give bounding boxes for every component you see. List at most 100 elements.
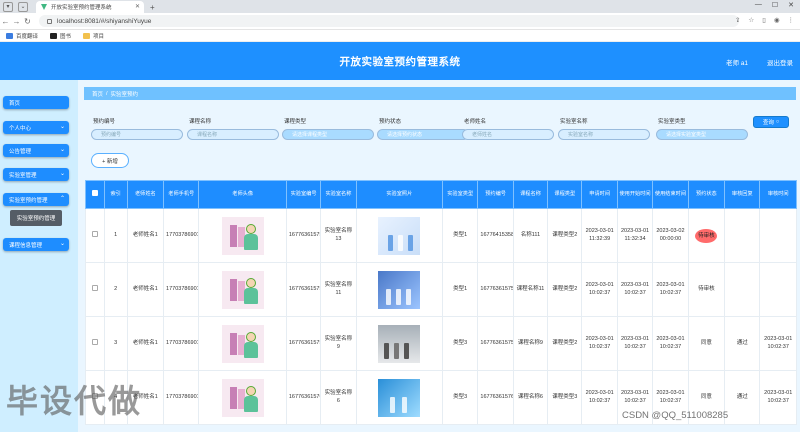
check-time-cell: 2023-03-01 10:02:37 xyxy=(759,370,797,425)
row-checkbox[interactable] xyxy=(91,230,98,237)
sidebar-icon[interactable]: ▯ xyxy=(762,16,766,24)
sidebar-item-course[interactable]: 课程信息管理 ⌄ xyxy=(3,238,69,251)
site-info-icon[interactable] xyxy=(47,18,52,24)
course-name-cell: 课程名称6 xyxy=(512,370,549,425)
minimize-icon[interactable]: — xyxy=(755,1,762,9)
column-header[interactable]: 老师手机号 xyxy=(163,180,200,209)
column-header[interactable]: 课程名称 xyxy=(512,180,549,209)
column-header[interactable]: 实验室类型 xyxy=(441,180,479,209)
column-header[interactable]: 使用结束时间 xyxy=(652,180,689,209)
table-row[interactable]: 1 老师姓名1 17703786901 1677636157560 实验室名称1… xyxy=(85,208,797,263)
search-button[interactable]: 查询 ○ xyxy=(753,116,789,128)
reply-cell: 通过 xyxy=(724,370,761,425)
lab-photo[interactable] xyxy=(378,216,421,255)
column-header[interactable]: 申请时间 xyxy=(581,180,618,209)
maximize-icon[interactable]: ☐ xyxy=(772,1,778,9)
browser-tab-strip: ▾ ⌄ 开放实验室预约管理系统 ✕ + — ☐ ✕ xyxy=(0,0,800,13)
sidebar-item-label: 公告管理 xyxy=(9,148,32,155)
sidebar-item-notice[interactable]: 公告管理 ⌄ xyxy=(3,144,69,157)
column-header[interactable]: 实验室照片 xyxy=(355,180,444,209)
table-header-row: 索引 老师姓名 老师手机号 老师头像 实验室编号 实验室名称 实验室照片 实验室… xyxy=(85,180,797,209)
table-row[interactable]: 2 老师姓名1 17703786901 1677636157593 实验室名称1… xyxy=(85,262,797,317)
close-tab-icon[interactable]: ✕ xyxy=(135,3,140,10)
lab-name-input[interactable]: 实验室名称 xyxy=(558,129,650,140)
yuyue-no-input[interactable]: 预约编号 xyxy=(91,129,183,140)
column-header[interactable]: 审核时间 xyxy=(759,180,797,209)
back-icon[interactable]: ← xyxy=(0,17,11,26)
status-select[interactable]: 请选择预约状态 xyxy=(377,129,469,140)
course-name-input[interactable]: 课程名称 xyxy=(187,129,279,140)
status-cell: 待审核 xyxy=(687,262,726,317)
teacher-avatar[interactable] xyxy=(221,270,264,309)
bookmark-item[interactable]: 项目 xyxy=(83,32,104,40)
sidebar-item-home[interactable]: 首页 xyxy=(3,96,69,109)
add-button[interactable]: + 新增 xyxy=(91,153,129,168)
tab-search-icon[interactable]: ⌄ xyxy=(18,2,28,12)
row-checkbox[interactable] xyxy=(91,284,98,291)
column-header[interactable]: 实验室名称 xyxy=(320,180,357,209)
browser-tab[interactable]: 开放实验室预约管理系统 ✕ xyxy=(36,1,144,13)
forward-icon[interactable]: → xyxy=(11,17,22,26)
bookmark-star-icon[interactable]: ☆ xyxy=(748,16,754,24)
bookmarks-bar: 百度翻译 图书 项目 xyxy=(0,30,800,42)
teacher-name-input[interactable]: 老师姓名 xyxy=(462,129,554,140)
profile-icon[interactable]: ◉ xyxy=(774,16,780,24)
row-select-cell xyxy=(85,208,105,263)
teacher-avatar[interactable] xyxy=(221,378,264,417)
sidebar-submenu-reservation[interactable]: 实验室预约管理 xyxy=(10,210,62,226)
window-menu-icon[interactable]: ▾ xyxy=(3,2,13,12)
sidebar-item-reservation[interactable]: 实验室预约管理 ⌃ xyxy=(3,193,69,206)
lab-photo[interactable] xyxy=(378,378,421,417)
lab-name-cell: 实验室名称9 xyxy=(320,316,357,371)
phone-cell: 17703786901 xyxy=(163,208,200,263)
column-header[interactable]: 课程类型 xyxy=(547,180,583,209)
close-window-icon[interactable]: ✕ xyxy=(788,1,794,9)
end-time-cell: 2023-03-02 00:00:00 xyxy=(652,208,689,263)
column-header[interactable]: 老师姓名 xyxy=(126,180,165,209)
check-time-cell xyxy=(759,262,797,317)
course-type-select[interactable]: 请选择课程类型 xyxy=(282,129,374,140)
yuyue-no-cell: 1677641535808 xyxy=(477,208,514,263)
column-header[interactable]: 老师头像 xyxy=(198,180,287,209)
lab-no-cell: 1677636157560 xyxy=(285,208,322,263)
phone-cell: 17703786901 xyxy=(163,316,200,371)
url-field[interactable]: localhost:8081/#/shiyanshiYuyue xyxy=(39,15,739,27)
teacher-avatar[interactable] xyxy=(221,216,264,255)
lab-no-cell: 1677636157598 xyxy=(285,316,322,371)
select-all-checkbox[interactable] xyxy=(91,190,98,196)
reply-cell: 通过 xyxy=(724,316,761,371)
yuyue-no-cell: 1677636157579 xyxy=(477,316,514,371)
breadcrumb-home[interactable]: 首页 xyxy=(92,90,103,98)
bookmark-item[interactable]: 图书 xyxy=(50,32,71,40)
lab-photo-cell xyxy=(355,370,444,425)
chevron-up-icon: ⌃ xyxy=(59,196,65,202)
bookmark-item[interactable]: 百度翻译 xyxy=(6,32,38,40)
column-header[interactable]: 索引 xyxy=(103,180,128,209)
yuyue-no-cell: 1677636157588 xyxy=(477,262,514,317)
sidebar-item-profile[interactable]: 个人中心 ⌄ xyxy=(3,121,69,134)
share-icon[interactable]: ⇪ xyxy=(735,16,740,24)
teacher-avatar[interactable] xyxy=(221,324,264,363)
status-badge[interactable]: 待审核 xyxy=(695,228,718,243)
breadcrumb: 首页 / 实验室预约 xyxy=(84,87,796,100)
lab-no-cell: 1677636157606 xyxy=(285,370,322,425)
reload-icon[interactable]: ↻ xyxy=(22,17,33,26)
new-tab-button[interactable]: + xyxy=(150,3,155,12)
app-header: 开放实验室预约管理系统 老师 a1 退出登录 xyxy=(0,42,800,80)
lab-photo[interactable] xyxy=(378,270,421,309)
column-header[interactable]: 预约编号 xyxy=(477,180,514,209)
table-row[interactable]: 3 老师姓名1 17703786901 1677636157598 实验室名称9… xyxy=(85,316,797,371)
lab-photo[interactable] xyxy=(378,324,421,363)
column-header[interactable]: 审核回复 xyxy=(724,180,761,209)
more-menu-icon[interactable]: ⋮ xyxy=(788,16,795,24)
folder-icon xyxy=(83,32,91,39)
course-type-cell: 课程类型2 xyxy=(547,208,583,263)
sidebar-item-lab[interactable]: 实验室管理 ⌄ xyxy=(3,168,69,181)
select-all-header xyxy=(85,180,105,209)
column-header[interactable]: 实验室编号 xyxy=(285,180,322,209)
column-header[interactable]: 使用开始时间 xyxy=(616,180,654,209)
logout-link[interactable]: 退出登录 xyxy=(767,57,793,67)
row-checkbox[interactable] xyxy=(91,338,98,345)
lab-type-select[interactable]: 请选择实验室类型 xyxy=(656,129,748,140)
column-header[interactable]: 预约状态 xyxy=(687,180,726,209)
